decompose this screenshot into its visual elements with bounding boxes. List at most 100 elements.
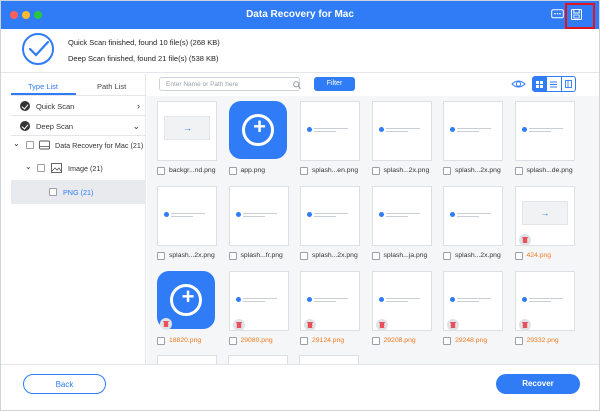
search-input[interactable]: Enter Name or Path here [159, 77, 300, 91]
preview-line [314, 213, 348, 214]
file-name: splash...fr.png [240, 252, 283, 259]
search-icon[interactable] [293, 81, 301, 89]
sidebar-item-quick-scan[interactable]: Quick Scan › [11, 96, 146, 116]
recover-button[interactable]: Recover [496, 374, 580, 394]
file-checkbox[interactable] [228, 167, 237, 175]
file-thumbnail[interactable] [371, 101, 432, 161]
image-icon [51, 163, 62, 173]
preview-dot [521, 297, 527, 302]
file-thumbnail[interactable] [443, 271, 503, 331]
tree-png-label: PNG (21) [63, 188, 94, 197]
file-checkbox[interactable] [514, 252, 523, 260]
file-checkbox[interactable] [371, 337, 380, 345]
window-title: Data Recovery for Mac [246, 9, 354, 20]
eye-icon[interactable] [511, 77, 526, 91]
back-button[interactable]: Back [23, 374, 106, 394]
preview-dot [378, 127, 384, 132]
tree-item-image[interactable]: ⌄ Image (21) [11, 162, 146, 180]
content-toolbar: Enter Name or Path here Filter [147, 74, 599, 96]
tree-image-label: Image (21) [68, 164, 103, 173]
preview-line [385, 298, 420, 299]
sidebar-item-deep-scan[interactable]: Deep Scan ⌄ [11, 116, 146, 136]
file-thumbnail[interactable] [157, 186, 217, 246]
file-thumbnail[interactable] [443, 186, 503, 246]
file-checkbox[interactable] [371, 252, 380, 260]
file-thumbnail[interactable] [371, 186, 432, 246]
preview-dot [164, 212, 169, 217]
preview-line [528, 298, 563, 299]
footer: Back Recover [1, 364, 599, 410]
file-thumbnail[interactable]: → [157, 101, 217, 161]
preview-dot [378, 297, 384, 302]
file-thumbnail[interactable] [514, 101, 575, 161]
chevron-right-icon: › [137, 101, 140, 111]
file-thumbnail[interactable] [228, 186, 289, 246]
file-checkbox[interactable] [514, 167, 523, 175]
file-name: splash...en.png [312, 167, 359, 174]
grid-view-button[interactable] [533, 77, 548, 91]
file-thumbnail[interactable] [300, 101, 360, 161]
preview-line [457, 213, 491, 214]
file-checkbox[interactable] [443, 252, 451, 260]
file-checkbox[interactable] [300, 337, 308, 345]
deep-scan-label: Deep Scan [36, 122, 74, 131]
root-checkbox[interactable] [26, 141, 34, 149]
preview-dot [450, 297, 455, 302]
filter-button[interactable]: Filter [314, 77, 355, 91]
file-checkbox[interactable] [371, 167, 380, 175]
file-thumbnail[interactable] [443, 101, 503, 161]
preview-line [385, 131, 408, 132]
file-name: 29332.png [526, 337, 559, 344]
trash-icon [518, 234, 531, 246]
file-name: splash...de.png [526, 167, 573, 174]
image-checkbox[interactable] [37, 164, 45, 172]
file-name: 29080.png [240, 337, 273, 344]
trash-icon [518, 319, 531, 331]
tab-type-list[interactable]: Type List [28, 82, 58, 91]
file-checkbox[interactable] [300, 252, 308, 260]
file-checkbox[interactable] [157, 252, 165, 260]
chevron-down-icon[interactable]: ⌄ [13, 139, 20, 148]
arrow-right-icon: → [183, 123, 192, 133]
chevron-down-icon[interactable]: ⌄ [25, 162, 32, 171]
preview-line [457, 298, 491, 299]
preview-dot [235, 212, 241, 217]
preview-line [171, 213, 205, 214]
preview-view-button[interactable] [562, 77, 575, 91]
preview-line [242, 301, 265, 302]
png-checkbox[interactable] [49, 188, 57, 196]
file-checkbox[interactable] [443, 167, 451, 175]
file-thumbnail[interactable]: + [157, 271, 217, 331]
feedback-icon[interactable] [551, 9, 564, 20]
file-checkbox[interactable] [157, 337, 165, 345]
list-view-button[interactable] [547, 77, 562, 91]
tree-item-png[interactable]: PNG (21) [11, 180, 146, 204]
preview-dot [307, 127, 312, 132]
file-checkbox[interactable] [300, 167, 308, 175]
scan-complete-check-icon [22, 33, 54, 65]
chevron-down-icon: ⌄ [132, 121, 140, 131]
file-checkbox[interactable] [443, 337, 451, 345]
tree-item-root[interactable]: ⌄ Data Recovery for Mac (21) [11, 139, 146, 157]
file-thumbnail[interactable]: + [228, 101, 289, 161]
preview-line [457, 128, 491, 129]
file-checkbox[interactable] [157, 167, 165, 175]
file-thumbnail[interactable] [371, 271, 432, 331]
trash-icon [447, 319, 459, 331]
preview-line [314, 301, 336, 302]
file-thumbnail[interactable] [228, 271, 289, 331]
tab-path-list[interactable]: Path List [97, 82, 126, 91]
trash-icon [160, 318, 172, 330]
file-thumbnail[interactable] [300, 186, 360, 246]
file-thumbnail[interactable] [514, 271, 575, 331]
file-checkbox[interactable] [228, 337, 237, 345]
file-checkbox[interactable] [514, 337, 523, 345]
file-thumbnail[interactable]: → [514, 186, 575, 246]
file-thumbnail[interactable] [300, 271, 360, 331]
app-window: Data Recovery for Mac Quick Scan finishe… [0, 0, 600, 411]
preview-line [385, 301, 408, 302]
preview-line [457, 301, 479, 302]
file-name: app.png [240, 167, 266, 174]
preview-dot [378, 212, 384, 217]
file-checkbox[interactable] [228, 252, 237, 260]
